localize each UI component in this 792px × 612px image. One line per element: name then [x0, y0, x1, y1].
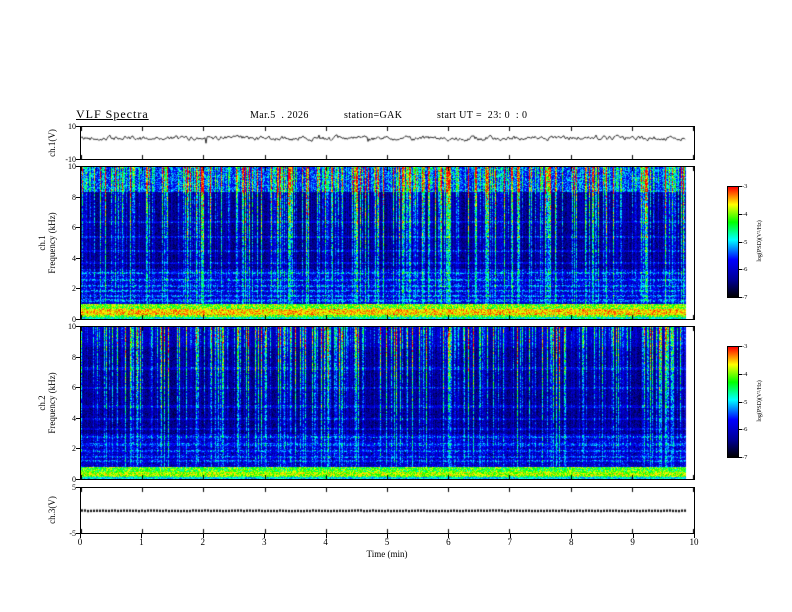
colorbar-tick-label: -5 — [742, 238, 748, 246]
ch2-spec-y-tick-label: 6 — [72, 383, 76, 393]
ch1-spectrogram-canvas — [81, 167, 694, 319]
x-tick-label: 6 — [446, 537, 451, 547]
x-tick-mark — [509, 534, 511, 538]
colorbar-tick-label: -6 — [742, 426, 748, 434]
ch2-spec-y-tick-mark — [76, 387, 80, 389]
ch2-spec-y-tick-label: 10 — [68, 322, 76, 331]
colorbar-ch2 — [727, 346, 739, 458]
ch2-spec-y-tick-mark — [76, 417, 80, 419]
ch3-y-tick-label: -5 — [69, 529, 76, 538]
x-tick-label: 4 — [323, 537, 328, 547]
x-tick-mark — [694, 534, 695, 538]
colorbar-tick-label: -7 — [742, 454, 748, 461]
x-tick-label: 3 — [261, 537, 267, 547]
x-tick-label: 7 — [507, 537, 513, 547]
station-label: station=GAK — [344, 110, 403, 121]
ch1-wave-ylabel-text: ch.1(V) — [47, 129, 57, 157]
x-tick-mark — [571, 534, 573, 538]
ch1-spec-y-tick-label: 2 — [72, 284, 76, 294]
colorbar-tick-mark — [739, 241, 742, 243]
x-tick-label: 8 — [568, 537, 574, 547]
vlf-spectra-figure: VLF Spectra Mar.5 . 2026 station=GAK sta… — [0, 0, 792, 612]
x-tick-mark — [448, 534, 450, 538]
colorbar-tick-label: -3 — [742, 343, 748, 350]
colorbar-tick-label: -3 — [742, 183, 748, 190]
x-tick-label: 10 — [689, 537, 699, 547]
ch3-y-tick-mark — [76, 533, 80, 534]
colorbar-tick-mark — [739, 346, 742, 347]
ch2-frequency-label: Frequency (kHz) — [47, 372, 57, 434]
x-tick-mark — [632, 534, 634, 538]
x-tick-mark — [202, 534, 204, 538]
colorbar-tick-mark — [739, 297, 742, 298]
colorbar-tick-mark — [739, 457, 742, 458]
x-tick-mark — [141, 534, 143, 538]
ch1-wave-y-tick-label: 10 — [68, 122, 76, 131]
colorbar-tick-mark — [739, 269, 742, 271]
x-tick-label: 0 — [77, 537, 83, 547]
ch1-spec-y-tick-label: 10 — [68, 162, 76, 171]
x-axis-label: Time (min) — [366, 549, 408, 559]
ch2-spec-y-tick-label: 2 — [72, 444, 76, 454]
x-tick-mark — [80, 534, 81, 538]
ch2-spectrogram-panel — [80, 326, 695, 480]
ch1-spec-y-tick-label: 6 — [72, 223, 76, 233]
x-tick-mark — [325, 534, 327, 538]
ch1-spec-y-tick-mark — [76, 196, 80, 198]
ch1-spectrogram-panel — [80, 166, 695, 320]
ch1-wave-y-tick-mark — [76, 126, 80, 127]
ch1-spec-ylabel: ch.1 Frequency (kHz) — [37, 198, 57, 288]
colorbar-tick-label: -5 — [742, 398, 748, 406]
colorbar-tick-label: -4 — [742, 210, 748, 218]
date-label: Mar.5 . 2026 — [250, 110, 309, 121]
ch2-spec-y-tick-mark — [76, 326, 80, 327]
ch2-spectrogram-canvas — [81, 327, 694, 479]
ch1-waveform-canvas — [81, 127, 694, 159]
ch2-spec-y-tick-label: 4 — [72, 413, 76, 423]
ch2-spec-y-tick-label: 8 — [72, 352, 76, 362]
colorbar-ch1 — [727, 186, 739, 298]
ch3-y-tick-mark — [76, 487, 80, 488]
x-tick-label: 1 — [139, 537, 144, 547]
ch2-spec-y-tick-mark — [76, 479, 80, 480]
colorbar-tick-label: -7 — [742, 294, 748, 301]
x-tick-label: 2 — [200, 537, 206, 547]
start-ut-label: start UT = 23: 0 : 0 — [437, 110, 528, 121]
ch2-channel-label: ch.2 — [37, 395, 47, 411]
ch3-canvas — [81, 488, 694, 533]
ch3-panel — [80, 487, 695, 534]
colorbar-tick-label: -6 — [742, 266, 748, 274]
ch1-spec-y-tick-mark — [76, 257, 80, 259]
ch1-frequency-label: Frequency (kHz) — [47, 212, 57, 274]
colorbar-tick-mark — [739, 373, 742, 375]
x-tick-label: 5 — [384, 537, 390, 547]
colorbar-tick-mark — [739, 401, 742, 403]
ch1-spec-y-tick-label: 8 — [72, 192, 76, 202]
ch2-spec-y-tick-mark — [76, 356, 80, 358]
ch1-channel-label: ch.1 — [37, 235, 47, 251]
figure-title: VLF Spectra — [76, 107, 149, 121]
colorbar-tick-mark — [739, 213, 742, 215]
ch2-spec-ylabel: ch.2 Frequency (kHz) — [37, 358, 57, 448]
ch3-y-tick-label: 5 — [72, 483, 76, 492]
colorbar-tick-mark — [739, 429, 742, 431]
x-tick-label: 9 — [630, 537, 635, 547]
colorbar-tick-mark — [739, 186, 742, 187]
x-tick-mark — [387, 534, 388, 538]
colorbar-tick-label: -4 — [742, 370, 748, 378]
ch1-spec-y-tick-mark — [76, 166, 80, 167]
ch1-wave-y-tick-mark — [76, 159, 80, 160]
ch1-spec-y-tick-mark — [76, 319, 80, 320]
ch1-spec-y-tick-mark — [76, 288, 80, 290]
ch1-spec-y-tick-mark — [76, 227, 80, 229]
ch1-wave-ylabel: ch.1(V) — [47, 103, 57, 183]
ch1-spec-y-tick-label: 4 — [72, 253, 76, 263]
x-tick-mark — [264, 534, 266, 538]
ch1-waveform-panel — [80, 126, 695, 160]
ch2-spec-y-tick-mark — [76, 448, 80, 450]
